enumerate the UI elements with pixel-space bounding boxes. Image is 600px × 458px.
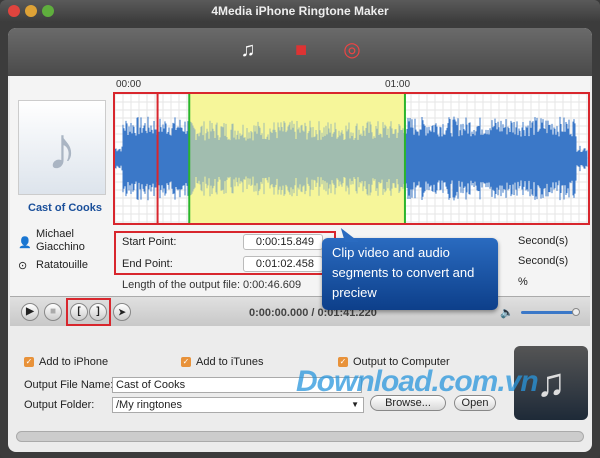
album-art-music-note-icon: ♪ bbox=[18, 100, 106, 195]
timeline-label: 01:00 bbox=[385, 79, 411, 90]
checkbox-label: Add to iPhone bbox=[39, 356, 109, 368]
timeline-label: 00:00 bbox=[116, 79, 142, 90]
title-bar: 4Media iPhone Ringtone Maker bbox=[0, 0, 600, 22]
end-point-label: End Point: bbox=[122, 258, 173, 270]
set-start-button[interactable]: [ bbox=[70, 303, 88, 321]
waveform[interactable] bbox=[113, 92, 590, 225]
cursor-icon[interactable]: ➤ bbox=[113, 303, 131, 321]
app-window: 4Media iPhone Ringtone Maker ♫ ■ ◎ ♪ Cas… bbox=[0, 0, 600, 458]
add-to-itunes-checkbox[interactable]: ✓ Add to iTunes bbox=[181, 356, 263, 368]
checkbox-label: Add to iTunes bbox=[196, 356, 264, 368]
stop-button[interactable]: ■ bbox=[44, 303, 62, 321]
zoom-button[interactable] bbox=[42, 5, 54, 17]
file-name-label: Output File Name: bbox=[24, 379, 114, 391]
volume-slider[interactable] bbox=[521, 311, 577, 314]
minimize-button[interactable] bbox=[25, 5, 37, 17]
volume-slider-thumb[interactable] bbox=[572, 308, 580, 316]
help-lifebuoy-icon[interactable]: ◎ bbox=[340, 38, 364, 62]
play-button[interactable]: ▶ bbox=[21, 303, 39, 321]
progress-bar bbox=[16, 431, 584, 442]
length-value: 0:00:46.609 bbox=[243, 279, 302, 291]
artist-name: Michael Giacchino bbox=[36, 228, 85, 253]
album-name: Ratatouille bbox=[36, 259, 88, 271]
watermark: Download.com.vn bbox=[296, 365, 539, 398]
window-title: 4Media iPhone Ringtone Maker bbox=[211, 4, 389, 18]
convert-music-icon: ♫ bbox=[536, 361, 566, 405]
folder-label: Output Folder: bbox=[24, 399, 95, 411]
length-label: Length of the output file: bbox=[122, 279, 241, 291]
artist-icon: 👤 bbox=[18, 237, 32, 249]
set-end-button[interactable]: ] bbox=[89, 303, 107, 321]
end-point-field[interactable]: 0:01:02.458 bbox=[243, 256, 323, 272]
close-button[interactable] bbox=[8, 5, 20, 17]
volume-icon: 🔈 bbox=[500, 307, 514, 319]
album-icon: ⊙ bbox=[18, 260, 28, 272]
add-file-icon[interactable]: ♫ bbox=[236, 38, 260, 62]
volume-unit: % bbox=[518, 276, 528, 288]
start-point-label: Start Point: bbox=[122, 236, 177, 248]
fade-in-unit: Second(s) bbox=[518, 235, 569, 247]
toolbar: ♫ ■ ◎ bbox=[8, 28, 592, 76]
folder-select[interactable]: /My ringtones ▼ bbox=[112, 397, 364, 413]
folder-value: /My ringtones bbox=[116, 399, 183, 411]
fade-out-unit: Second(s) bbox=[518, 255, 569, 267]
track-title: Cast of Cooks bbox=[28, 202, 102, 214]
toolbox-icon[interactable]: ■ bbox=[289, 38, 313, 62]
selection-overlay bbox=[189, 94, 405, 223]
waveform-graph[interactable] bbox=[114, 93, 588, 223]
chevron-down-icon: ▼ bbox=[351, 400, 359, 409]
tooltip: Clip video and audio segments to convert… bbox=[322, 238, 498, 310]
add-to-iphone-checkbox[interactable]: ✓ Add to iPhone bbox=[24, 356, 108, 368]
start-point-field[interactable]: 0:00:15.849 bbox=[243, 234, 323, 250]
